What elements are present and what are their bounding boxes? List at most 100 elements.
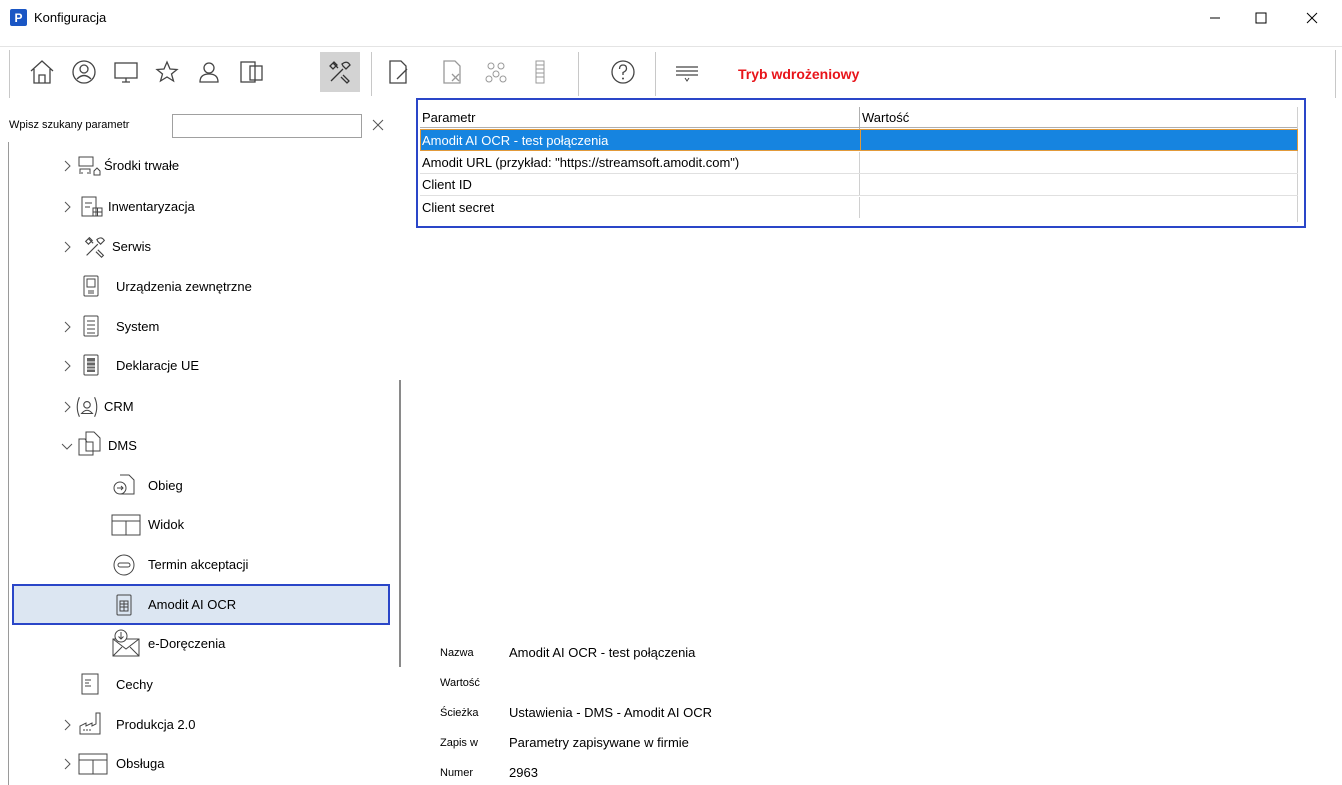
close-button[interactable] [1289,0,1335,36]
contractors-button[interactable] [64,52,104,92]
cell-divider [859,197,860,218]
detail-value-label: Wartość [440,677,480,689]
cell-parameter: Amodit URL (przykład: "https://streamsof… [422,155,740,170]
column-header-value[interactable]: Wartość [862,108,909,128]
table-row[interactable]: Client ID [420,174,1298,196]
chevron-right-icon[interactable] [60,359,74,373]
tree-item-production[interactable]: Produkcja 2.0 [60,706,380,744]
tree-item-inventory[interactable]: Inwentaryzacja [60,188,380,226]
minimize-button[interactable] [1192,0,1238,36]
chevron-right-icon[interactable] [60,718,74,732]
detail-path-value: Ustawienia - DMS - Amodit AI OCR [509,705,712,720]
detail-name-value: Amodit AI OCR - test połączenia [509,645,696,660]
maximize-icon [1255,12,1267,24]
configuration-button[interactable] [320,52,360,92]
tree-item-label: Serwis [112,239,152,254]
chevron-right-icon[interactable] [60,200,74,214]
document-delete-icon [443,60,461,84]
production-icon [79,712,101,735]
features-icon [81,673,99,695]
tree-item-service[interactable]: Serwis [60,228,380,266]
search-label: Wpisz szukany parametr [9,119,130,131]
system-icon [83,315,99,337]
tree-item-label: Środki trwałe [104,158,180,173]
person-icon [199,62,219,83]
tree-item-amodit-ai-ocr[interactable]: Amodit AI OCR [110,586,380,624]
tree-item-view[interactable]: Widok [110,506,380,544]
chevron-right-icon[interactable] [60,159,74,173]
chevron-down-icon[interactable] [60,439,74,453]
chevron-right-icon[interactable] [60,240,74,254]
delete-document-button[interactable] [432,52,472,92]
tree-item-label: DMS [108,438,137,453]
cell-parameter: Client secret [422,200,495,215]
edelivery-icon [112,629,140,657]
tree-item-label: Urządzenia zewnętrzne [116,279,252,294]
cell-divider [859,152,860,173]
window-title: Konfiguracja [34,10,107,25]
close-icon [372,119,384,131]
chevron-right-icon[interactable] [60,320,74,334]
tree-item-features[interactable]: Cechy [60,666,380,704]
tree-item-label: CRM [104,399,134,414]
crm-icon [76,397,98,417]
column-header-parameter[interactable]: Parametr [422,108,475,128]
tree-item-acceptance-deadline[interactable]: Termin akceptacji [110,546,380,584]
tree-item-eu-declarations[interactable]: Deklaracje UE [60,347,380,385]
chevron-right-icon[interactable] [60,400,74,414]
desktop-button[interactable] [106,52,146,92]
column-divider[interactable] [859,107,860,129]
close-icon [1306,12,1318,24]
tree-item-label: Widok [148,517,185,532]
title-bar: P Konfiguracja [0,0,1342,36]
tools-icon [84,236,106,259]
maximize-button[interactable] [1238,0,1284,36]
tree-item-e-delivery[interactable]: e-Doręczenia [110,625,380,663]
search-input[interactable] [172,114,362,138]
toolbar-divider [9,50,10,98]
favorites-button[interactable] [147,52,187,92]
home-icon [30,60,54,84]
detail-save-label: Zapis w [440,737,478,749]
tree-item-flow[interactable]: Obieg [110,467,380,505]
cell-parameter: Amodit AI OCR - test połączenia [422,133,609,148]
tree-item-label: System [116,319,160,334]
tree-item-label: Deklaracje UE [116,358,200,373]
table-row[interactable]: Amodit URL (przykład: "https://streamsof… [420,152,1298,174]
columns-button[interactable] [520,52,560,92]
home-button[interactable] [22,52,62,92]
group-button[interactable] [476,52,516,92]
dms-icon [78,431,101,456]
user-button[interactable] [189,52,229,92]
minimize-icon [1210,17,1220,19]
view-icon [111,514,141,536]
chevron-right-icon[interactable] [60,757,74,771]
detail-save-value: Parametry zapisywane w firmie [509,735,689,750]
clear-search-button[interactable] [369,114,387,136]
tree-item-system[interactable]: System [60,308,380,346]
tree-item-crm[interactable]: CRM [60,388,380,426]
tree-item-fixed-assets[interactable]: Środki trwałe [60,147,380,185]
edit-document-button[interactable] [378,52,418,92]
tree-item-dms[interactable]: DMS [60,427,380,465]
detail-number-label: Numer [440,767,474,779]
filter-lines-icon [676,66,698,82]
detail-number-value: 2963 [509,765,538,780]
tree-item-label: e-Doręczenia [148,636,226,651]
help-button[interactable] [603,52,643,92]
menu-button[interactable] [667,52,707,92]
tree-scrollbar[interactable] [399,380,401,667]
cell-divider [859,174,860,195]
tree-item-operations[interactable]: Obsługa [60,745,380,783]
devices-button[interactable] [231,52,271,92]
user-circle-icon [72,60,96,84]
toolbar-divider [1335,50,1336,98]
group-icon [485,62,507,83]
detail-path-label: Ścieżka [440,707,479,719]
column-icon [535,60,545,84]
table-row[interactable]: Amodit AI OCR - test połączenia [420,129,1298,151]
tree-item-external-devices[interactable]: Urządzenia zewnętrzne [60,268,380,306]
inventory-icon [81,196,103,217]
help-icon [611,60,635,84]
table-row[interactable]: Client secret [420,197,1298,219]
